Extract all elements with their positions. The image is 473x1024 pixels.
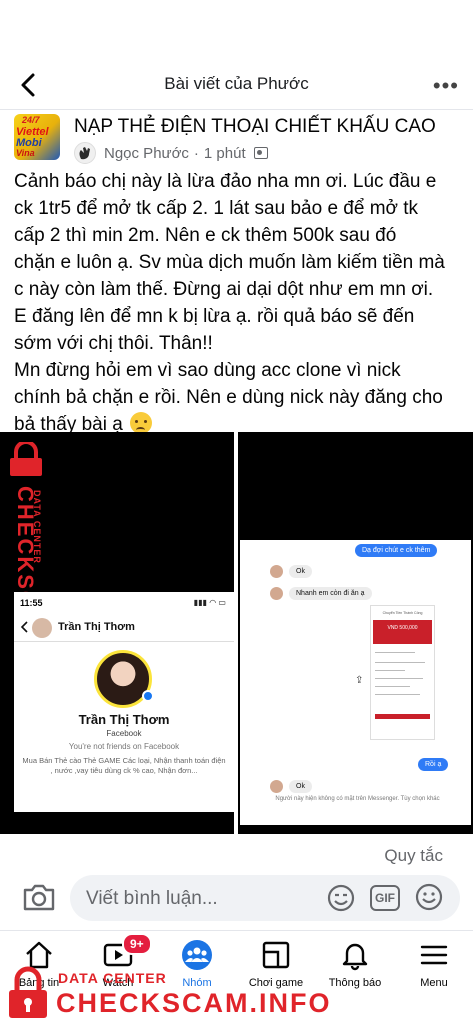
bank-amount: VND 500,000	[387, 625, 418, 631]
chat-row: Ok	[270, 780, 312, 793]
comment-placeholder: Viết bình luận...	[86, 888, 218, 909]
post-text-line: c này còn làm thế. Đừng ai dại dột như e…	[14, 279, 434, 300]
group-privacy-icon	[253, 147, 268, 159]
page-title: Bài viết của Phước	[164, 74, 309, 93]
author-row: Ngọc Phước · 1 phút	[74, 142, 268, 164]
post-body: Cảnh báo chị này là lừa đảo nha mn ơi. L…	[14, 168, 464, 438]
post-photo-profile[interactable]: CHECKSCAM.INFO DATA CENTER 11:55 ▮▮▮ ◠ ▭…	[0, 432, 234, 834]
post-text-line: E đăng lên để mn k bị lừa ạ. rồi quả báo…	[14, 306, 415, 327]
avatar	[270, 587, 283, 600]
gaming-icon	[260, 939, 292, 971]
screenshot-bio: Mua Bán Thẻ cào Thẻ GAME Các loại, Nhận …	[22, 756, 226, 775]
status-bar	[0, 0, 473, 60]
more-options-button[interactable]: •••	[433, 73, 459, 99]
sad-face-emoji-icon	[130, 412, 153, 434]
nav-bar: Bài viết của Phước •••	[0, 60, 473, 110]
group-avatar[interactable]: 24/7 Viettel Mobi Vina	[14, 114, 60, 160]
group-avatar-text: 24/7	[22, 115, 40, 125]
tab-notifications[interactable]: Thông báo	[316, 939, 394, 989]
post-text-line: Cảnh báo chị này là lừa đảo nha mn ơi. L…	[14, 171, 437, 192]
gif-icon[interactable]: GIF	[370, 885, 400, 911]
author-name-link[interactable]: Ngọc Phước	[104, 145, 189, 162]
post-text-line: Mn đừng hỏi em vì sao dùng acc clone vì …	[14, 360, 401, 381]
tab-label: Thông báo	[328, 977, 382, 989]
tab-label: Chơi game	[248, 977, 304, 989]
post-text-line: chính bả chặn e rồi. Nên e dùng nick này…	[14, 387, 443, 408]
profile-screenshot: 11:55 ▮▮▮ ◠ ▭ Trần Thị Thơm Trần Thị Thơ…	[14, 592, 234, 812]
tab-menu[interactable]: Menu	[395, 939, 473, 989]
chat-row: Nhanh em còn đi ăn ạ	[270, 587, 372, 600]
comment-bar: Viết bình luận... GIF	[0, 870, 473, 928]
post-text-line: ck 1tr5 để mở tk cấp 2. 1 lát sau bảo e …	[14, 198, 419, 219]
tab-label: Nhóm	[182, 977, 212, 989]
screenshot-time: 11:55	[20, 598, 43, 608]
chevron-left-icon	[20, 621, 28, 633]
watch-icon: 9+	[102, 933, 152, 971]
bank-confirm-button	[375, 714, 430, 719]
chat-bubble-sent: Rồi ạ	[418, 758, 449, 771]
watermark-subtext: DATA CENTER	[32, 490, 42, 564]
rules-link[interactable]: Quy tắc	[384, 846, 443, 866]
camera-icon[interactable]	[22, 882, 56, 912]
tab-groups[interactable]: Nhóm	[158, 939, 236, 989]
chat-row: Ok	[270, 565, 312, 578]
menu-icon	[418, 939, 450, 971]
groups-icon	[181, 939, 213, 971]
tab-label: Bảng tin	[18, 977, 60, 989]
separator-dot: ·	[193, 144, 199, 162]
chat-bubble-sent: Dạ đợi chút e ck thêm	[355, 544, 438, 557]
author-avatar[interactable]	[74, 142, 96, 164]
tab-label: Menu	[420, 977, 448, 989]
screenshot-friend-status: You're not friends on Facebook	[68, 742, 180, 751]
post-photo-chat[interactable]: Dạ đợi chút e ck thêm Ok Nhanh em còn đi…	[238, 432, 473, 834]
group-avatar-text: Vina	[16, 148, 35, 158]
post-text-line: cấp 2 thì min 2m. Nên e ck thêm 500k sau…	[14, 225, 397, 246]
tab-watch[interactable]: 9+ Watch	[79, 933, 157, 989]
bank-transfer-screenshot: Chuyển Tiền Thành Công VND 500,000	[370, 605, 435, 740]
bank-amount-panel: VND 500,000	[373, 620, 432, 644]
bank-detail-line	[375, 694, 420, 695]
bank-detail-line	[375, 652, 415, 653]
screenshot-status-icons: ▮▮▮ ◠ ▭	[193, 598, 226, 607]
avatar	[32, 618, 52, 638]
post-time: 1 phút	[203, 144, 246, 162]
post-text-line: chặn e luôn ạ. Sv mùa dịch muốn làm kiếm…	[14, 252, 445, 273]
chat-bubble-received: Ok	[289, 565, 312, 578]
home-icon	[23, 939, 55, 971]
screenshot-profile-source: Facebook	[106, 729, 142, 738]
lock-icon	[10, 442, 42, 476]
share-icon: ⇪	[355, 675, 364, 686]
comment-input[interactable]: Viết bình luận... GIF	[70, 875, 460, 921]
tab-home[interactable]: Bảng tin	[0, 939, 78, 989]
chat-unavailable-notice: Người này hiện không có mặt trên Messeng…	[275, 796, 440, 802]
tab-gaming[interactable]: Chơi game	[237, 939, 315, 989]
bank-detail-line	[375, 686, 410, 687]
tab-label: Watch	[102, 977, 134, 989]
bank-detail-line	[375, 670, 405, 671]
emoji-icon[interactable]	[414, 882, 444, 912]
post-header: 24/7 Viettel Mobi Vina NẠP THẺ ĐIỆN THOẠ…	[14, 112, 464, 164]
avatar	[270, 565, 283, 578]
chat-screenshot: Dạ đợi chút e ck thêm Ok Nhanh em còn đi…	[240, 540, 471, 825]
screenshot-profile-name: Trần Thị Thơm	[78, 712, 170, 727]
bank-transfer-title: Chuyển Tiền Thành Công	[382, 611, 423, 615]
bell-icon	[339, 939, 371, 971]
chat-bubble-received: Ok	[289, 780, 312, 793]
bank-detail-line	[375, 678, 423, 679]
notification-badge: 9+	[122, 933, 152, 955]
chat-bubble-received: Nhanh em còn đi ăn ạ	[289, 587, 372, 600]
verified-check-icon	[142, 690, 154, 702]
bank-detail-line	[375, 662, 425, 663]
screenshot-profile-name-top: Trần Thị Thơm	[58, 621, 135, 633]
sticker-icon[interactable]	[326, 883, 356, 913]
post-text-line: sớm với chị thôi. Thân!!	[14, 333, 213, 354]
bottom-tab-bar: Bảng tin 9+ Watch Nhóm Chơi game Thông b…	[0, 930, 473, 1024]
screenshot-header: Trần Thị Thơm	[14, 616, 234, 642]
hand-icon	[79, 147, 90, 160]
avatar	[270, 780, 283, 793]
group-name-link[interactable]: NẠP THẺ ĐIỆN THOẠI CHIẾT KHẤU CAO	[74, 116, 436, 138]
